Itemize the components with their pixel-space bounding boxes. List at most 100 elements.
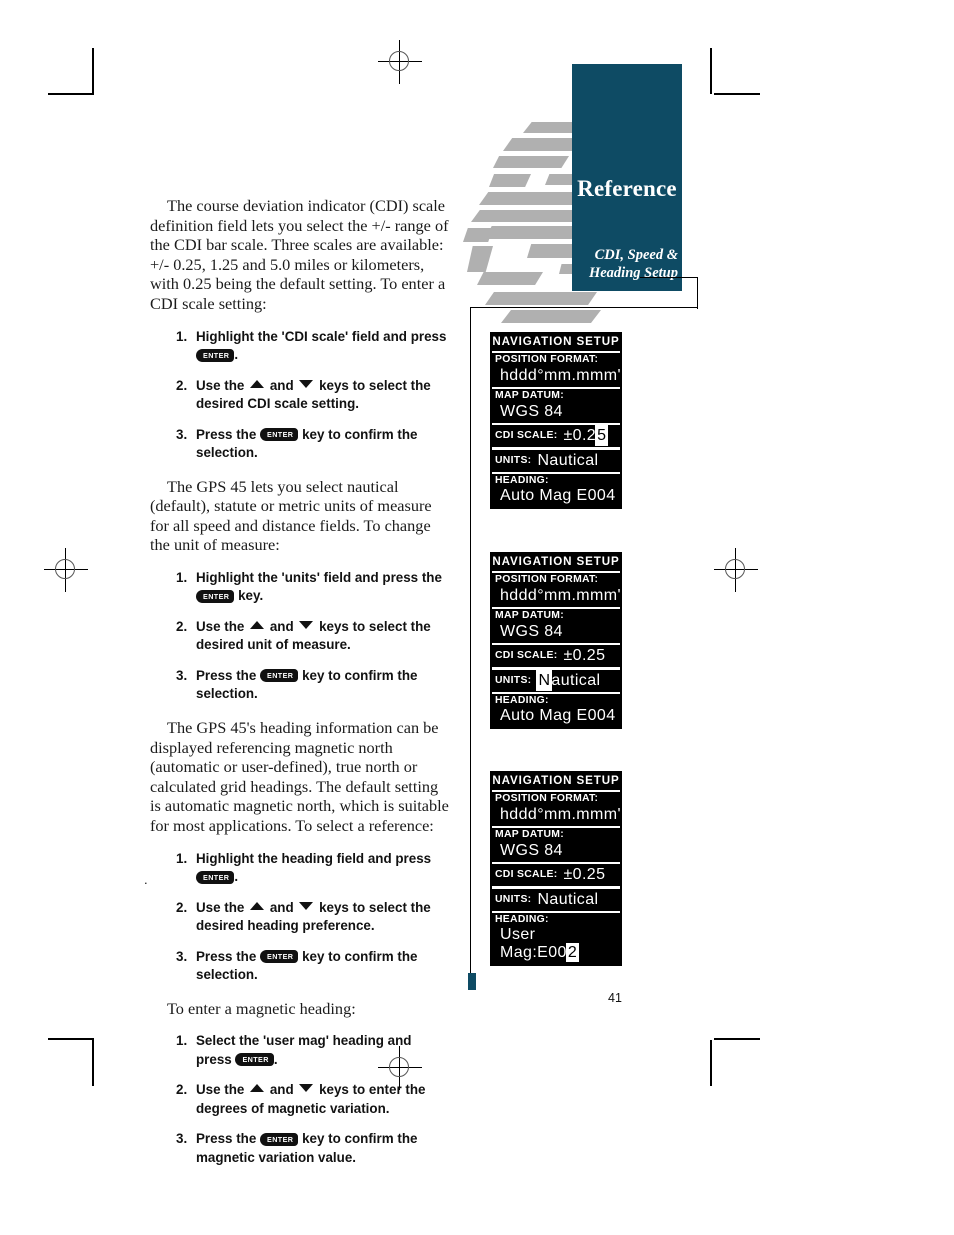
step-number: 2. (176, 618, 188, 634)
step-number: 3. (176, 948, 188, 964)
list-item: 1. Highlight the 'CDI scale' field and pr… (150, 328, 450, 365)
steps-usermag: 1. Select the 'user mag' heading and pres… (150, 1032, 450, 1167)
position-format-field[interactable]: POSITION FORMAT: hddd°mm.mmm' (492, 573, 621, 607)
crop-mark-top-left-h (48, 93, 94, 95)
map-datum-value: WGS 84 (500, 622, 563, 640)
heading-label: HEADING: (495, 694, 549, 706)
step-text-end: . (273, 1051, 278, 1067)
cdi-scale-field[interactable]: CDI SCALE: ±0.25 (492, 645, 620, 667)
arrow-down-icon (299, 379, 314, 388)
cdi-scale-row: CDI SCALE: ±0.25 (495, 646, 617, 665)
crop-mark-bottom-left-v (92, 1040, 94, 1086)
step-number: 1. (176, 1033, 188, 1049)
cdi-scale-value: ±0.2 (563, 427, 597, 445)
units-value: Nautical (537, 451, 599, 469)
units-label: UNITS: (495, 893, 532, 905)
heading-value: Auto Mag E004 (500, 707, 616, 725)
step-text: Use the (196, 377, 249, 393)
steps-cdi: 1. Highlight the 'CDI scale' field and pr… (150, 328, 450, 463)
step-text-mid: and (266, 377, 298, 393)
list-item: 3. Press the ENTER key to confirm the sel… (150, 667, 450, 704)
step-number: 3. (176, 667, 188, 683)
step-text: Press the (196, 1131, 261, 1147)
units-field[interactable]: UNITS: Nautical (492, 669, 620, 692)
heading-field[interactable]: HEADING: Auto Mag E004 (492, 474, 620, 508)
cdi-scale-label: CDI SCALE: (495, 650, 558, 662)
units-field[interactable]: UNITS: Nautical (492, 889, 620, 911)
step-text: Use the (196, 1082, 249, 1098)
figure-frame-top (470, 307, 698, 309)
cdi-scale-label: CDI SCALE: (495, 430, 558, 442)
step-text: Press the (196, 426, 261, 442)
page-number: 41 (608, 991, 622, 1005)
paragraph-cdi-intro: The course deviation indicator (CDI) sca… (150, 196, 449, 313)
steps-units: 1. Highlight the 'units' field and press … (150, 569, 450, 704)
screen-title: NAVIGATION SETUP (492, 555, 620, 568)
position-format-label: POSITION FORMAT: (495, 793, 599, 805)
list-item: 1. Highlight the 'units' field and press … (150, 569, 450, 606)
map-datum-label: MAP DATUM: (495, 390, 564, 402)
step-number: 1. (176, 850, 188, 866)
map-datum-field[interactable]: MAP DATUM: WGS 84 (492, 609, 620, 643)
list-item: 1. Select the 'user mag' heading and pres… (150, 1032, 450, 1069)
position-format-field[interactable]: POSITION FORMAT: hddd°mm.mmm' (492, 792, 621, 826)
heading-value-text: User Mag:E00 (500, 926, 567, 962)
cdi-scale-value: ±0.25 (563, 866, 606, 884)
enter-key-icon: ENTER (260, 1132, 299, 1146)
enter-key-icon: ENTER (235, 1053, 274, 1067)
position-format-value: hddd°mm.mmm' (500, 586, 621, 604)
units-value: Nautical (537, 890, 599, 908)
arrow-down-icon (299, 901, 314, 910)
position-format-field[interactable]: POSITION FORMAT: hddd°mm.mmm' (492, 353, 621, 387)
step-text-end: key. (234, 588, 264, 604)
figure-frame-left (470, 307, 472, 989)
enter-key-icon: ENTER (260, 428, 299, 442)
units-value: autical (551, 671, 601, 689)
arrow-up-icon (250, 1084, 265, 1093)
list-item: 2. Use the and keys to enter the degrees … (150, 1081, 450, 1118)
heading-field[interactable]: HEADING: Auto Mag E004 (492, 694, 620, 728)
map-datum-label: MAP DATUM: (495, 829, 564, 841)
gps-screen-2: NAVIGATION SETUP POSITION FORMAT: hddd°m… (490, 552, 622, 730)
step-text: Highlight the 'units' field and press th… (196, 569, 442, 585)
step-text-mid: and (266, 618, 298, 634)
cdi-scale-field[interactable]: CDI SCALE: ±0.25 (492, 864, 620, 886)
step-number: 3. (176, 426, 188, 442)
list-item: 3. Press the ENTER key to confirm the mag… (150, 1130, 450, 1167)
cdi-scale-value: ±0.25 (563, 647, 606, 665)
arrow-down-icon (299, 1084, 314, 1093)
gps-screen-3: NAVIGATION SETUP POSITION FORMAT: hddd°m… (490, 771, 622, 967)
document-page: Reference CDI, Speed & Heading Setup The… (0, 0, 954, 1235)
registration-mark-right (714, 548, 758, 592)
enter-key-icon: ENTER (260, 669, 299, 683)
units-label: UNITS: (495, 674, 532, 686)
map-datum-field[interactable]: MAP DATUM: WGS 84 (492, 828, 620, 862)
step-number: 2. (176, 377, 188, 393)
position-format-label: POSITION FORMAT: (495, 574, 599, 586)
list-item: 3. Press the ENTER key to confirm the sel… (150, 948, 450, 985)
map-datum-value: WGS 84 (500, 402, 563, 420)
units-field[interactable]: UNITS: Nautical (492, 450, 620, 472)
list-item: 1. Highlight the heading field and press … (150, 850, 450, 887)
page-subtitle-line1: CDI, Speed & (594, 247, 678, 263)
cdi-scale-field[interactable]: CDI SCALE: ±0.25 (492, 425, 620, 447)
list-item: 2. Use the and keys to select the desired… (150, 377, 450, 414)
stray-mark: . (144, 872, 148, 887)
units-value-highlight: N (536, 669, 553, 691)
list-item: 2. Use the and keys to select the desired… (150, 899, 450, 936)
position-format-value: hddd°mm.mmm' (500, 805, 621, 823)
step-text: Highlight the 'CDI scale' field and pres… (196, 328, 447, 344)
screen-title: NAVIGATION SETUP (492, 335, 620, 348)
reference-banner: Reference CDI, Speed & Heading Setup (572, 64, 682, 291)
heading-value-highlight: 2 (565, 943, 580, 963)
heading-field[interactable]: HEADING: User Mag:E002 (492, 913, 620, 965)
map-datum-field[interactable]: MAP DATUM: WGS 84 (492, 389, 620, 423)
step-text: Press the (196, 667, 261, 683)
figure-frame-right (696, 277, 698, 309)
steps-heading: 1. Highlight the heading field and press … (150, 850, 450, 985)
step-text-end: . (234, 347, 239, 363)
step-number: 3. (176, 1131, 188, 1147)
cdi-scale-label: CDI SCALE: (495, 869, 558, 881)
step-text-end: . (234, 869, 239, 884)
registration-mark-left (44, 548, 88, 592)
